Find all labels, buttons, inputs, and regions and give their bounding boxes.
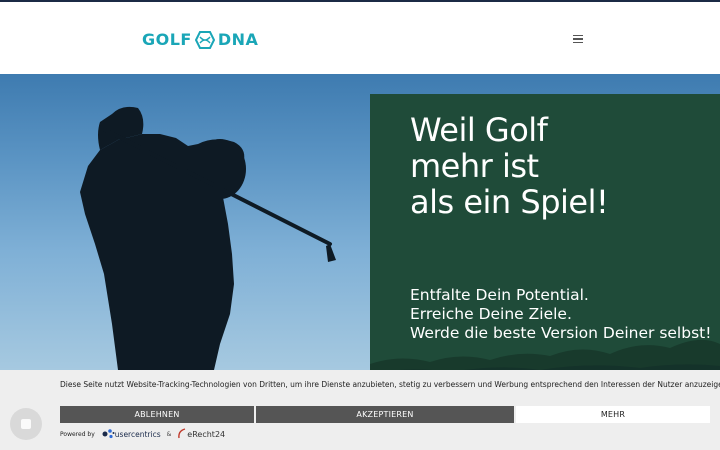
privacy-settings-button[interactable] <box>10 408 42 440</box>
site-header: GOLF DNA <box>0 2 720 74</box>
menu-button[interactable] <box>573 32 587 46</box>
cookie-consent-banner: Diese Seite nutzt Website-Tracking-Techn… <box>0 370 720 450</box>
fingerprint-icon <box>21 419 31 429</box>
hero-text-panel: Weil Golf mehr ist als ein Spiel! Entfal… <box>370 94 720 370</box>
usercentrics-label: usercentrics <box>114 429 161 439</box>
subtext-line: Werde die beste Version Deiner selbst! <box>410 324 712 342</box>
headline-line: als ein Spiel! <box>410 183 609 221</box>
dna-helix-icon <box>194 31 215 49</box>
hero-section: Weil Golf mehr ist als ein Spiel! Entfal… <box>0 74 720 370</box>
golf-dna-logo[interactable]: GOLF DNA <box>142 28 258 52</box>
erecht24-icon <box>178 428 186 439</box>
usercentrics-icon <box>102 429 115 439</box>
hero-subtext: Entfalte Dein Potential. Erreiche Deine … <box>410 286 715 343</box>
golfer-silhouette-image <box>80 106 336 370</box>
powered-by-label: Powered by <box>60 430 95 438</box>
more-button[interactable]: MEHR <box>516 406 710 423</box>
powered-by-row: Powered by usercentrics & eRecht24 <box>60 428 225 440</box>
ampersand: & <box>166 430 172 438</box>
hamburger-icon <box>573 34 583 37</box>
headline-line: Weil Golf <box>410 111 548 149</box>
logo-text-dna: DNA <box>217 30 259 49</box>
hero-headline: Weil Golf mehr ist als ein Spiel! <box>410 112 710 220</box>
logo-text-golf: GOLF <box>142 30 192 49</box>
decline-button[interactable]: ABLEHNEN <box>60 406 254 423</box>
headline-line: mehr ist <box>410 147 539 185</box>
subtext-line: Entfalte Dein Potential. <box>410 286 589 304</box>
subtext-line: Erreiche Deine Ziele. <box>410 305 572 323</box>
consent-message: Diese Seite nutzt Website-Tracking-Techn… <box>60 380 720 389</box>
erecht24-label: eRecht24 <box>187 429 226 439</box>
usercentrics-link[interactable]: usercentrics <box>101 428 161 440</box>
accept-button[interactable]: AKZEPTIEREN <box>256 406 514 423</box>
erecht24-link[interactable]: eRecht24 <box>177 428 225 440</box>
